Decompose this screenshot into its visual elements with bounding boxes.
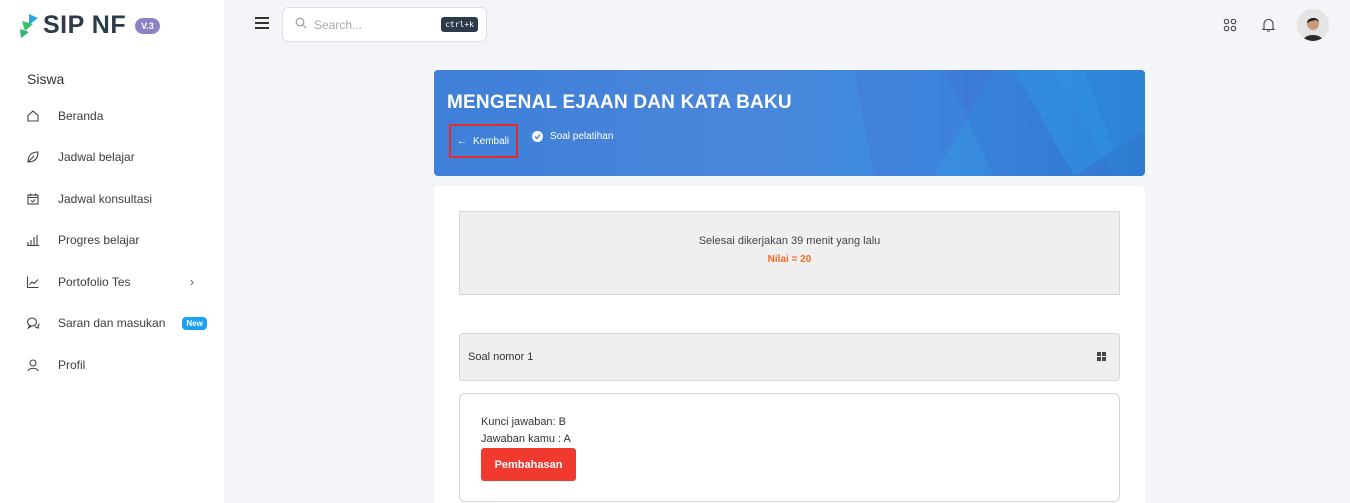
- new-badge: New: [182, 316, 207, 330]
- sidebar-item-jadwal-konsultasi[interactable]: Jadwal konsultasi: [0, 178, 224, 220]
- discussion-button[interactable]: Pembahasan: [481, 448, 576, 481]
- chevron-right-icon: ›: [190, 274, 194, 289]
- quiz-result-card: Selesai dikerjakan 39 menit yang lalu Ni…: [434, 186, 1145, 503]
- sidebar-item-label: Portofolio Tes: [58, 274, 131, 289]
- page-title: MENGENAL EJAAN DAN KATA BAKU: [447, 92, 792, 113]
- sidebar-item-profil[interactable]: Profil: [0, 344, 224, 386]
- check-circle-icon: [532, 131, 543, 142]
- sidebar-nav: Beranda Jadwal belajar Jadwal konsultasi…: [0, 95, 224, 386]
- line-chart-icon: [26, 275, 40, 289]
- completion-status: Selesai dikerjakan 39 menit yang lalu: [698, 235, 881, 247]
- arrow-left-icon: ←: [457, 135, 467, 147]
- home-icon: [26, 109, 40, 123]
- sidebar-item-label: Saran dan masukan: [58, 316, 166, 331]
- app-name: SIP NF: [43, 11, 127, 39]
- question-grid-icon[interactable]: [1097, 352, 1106, 361]
- answer-panel: Kunci jawaban: B Jawaban kamu : A Pembah…: [459, 393, 1120, 502]
- sidebar-item-saran-dan-masukan[interactable]: Saran dan masukan New: [0, 303, 224, 345]
- calendar-check-icon: [26, 192, 40, 206]
- bar-chart-icon: [26, 233, 40, 247]
- lesson-banner: MENGENAL EJAAN DAN KATA BAKU ← Kembali S…: [434, 70, 1145, 176]
- question-header: Soal nomor 1: [459, 333, 1120, 381]
- score-value: Nilai = 20: [767, 254, 812, 265]
- bell-icon[interactable]: [1259, 16, 1277, 34]
- app-logo[interactable]: SIP NF V.3: [19, 11, 160, 40]
- topbar-actions: [1221, 9, 1329, 41]
- search-shortcut: ctrl+k: [441, 17, 478, 32]
- menu-toggle-icon[interactable]: [255, 17, 269, 29]
- your-answer: Jawaban kamu : A: [481, 433, 571, 445]
- logo-leaf-icon: [19, 13, 39, 39]
- avatar[interactable]: [1297, 9, 1329, 41]
- version-badge: V.3: [135, 17, 160, 34]
- sidebar-item-label: Jadwal konsultasi: [58, 191, 153, 206]
- sidebar-item-portofolio-tes[interactable]: Portofolio Tes ›: [0, 261, 224, 303]
- sidebar-item-label: Progres belajar: [58, 233, 140, 248]
- question-number: Soal nomor 1: [468, 351, 534, 363]
- sidebar-item-label: Beranda: [58, 108, 104, 123]
- result-summary: Selesai dikerjakan 39 menit yang lalu Ni…: [459, 211, 1120, 295]
- leaf-icon: [26, 150, 40, 164]
- search-icon: [295, 16, 307, 34]
- sidebar-item-label: Profil: [58, 357, 86, 372]
- search-input[interactable]: [314, 17, 434, 32]
- apps-icon[interactable]: [1221, 16, 1239, 34]
- sidebar-item-beranda[interactable]: Beranda: [0, 95, 224, 137]
- practice-questions-link[interactable]: Soal pelatihan: [532, 131, 613, 142]
- banner-decoration: [854, 70, 1145, 176]
- sidebar-item-label: Jadwal belajar: [58, 150, 135, 165]
- back-button-label: Kembali: [473, 135, 510, 147]
- sidebar-item-progres-belajar[interactable]: Progres belajar: [0, 220, 224, 262]
- user-icon: [26, 358, 40, 372]
- sidebar: SIP NF V.3 Siswa Beranda Jadwal belajar …: [0, 0, 224, 503]
- search-box[interactable]: ctrl+k: [282, 7, 487, 42]
- back-button[interactable]: ← Kembali: [449, 124, 518, 158]
- chat-icon: [26, 316, 40, 330]
- sidebar-section-title: Siswa: [27, 71, 65, 87]
- practice-label: Soal pelatihan: [550, 131, 614, 142]
- answer-key: Kunci jawaban: B: [481, 416, 566, 428]
- sidebar-item-jadwal-belajar[interactable]: Jadwal belajar: [0, 137, 224, 179]
